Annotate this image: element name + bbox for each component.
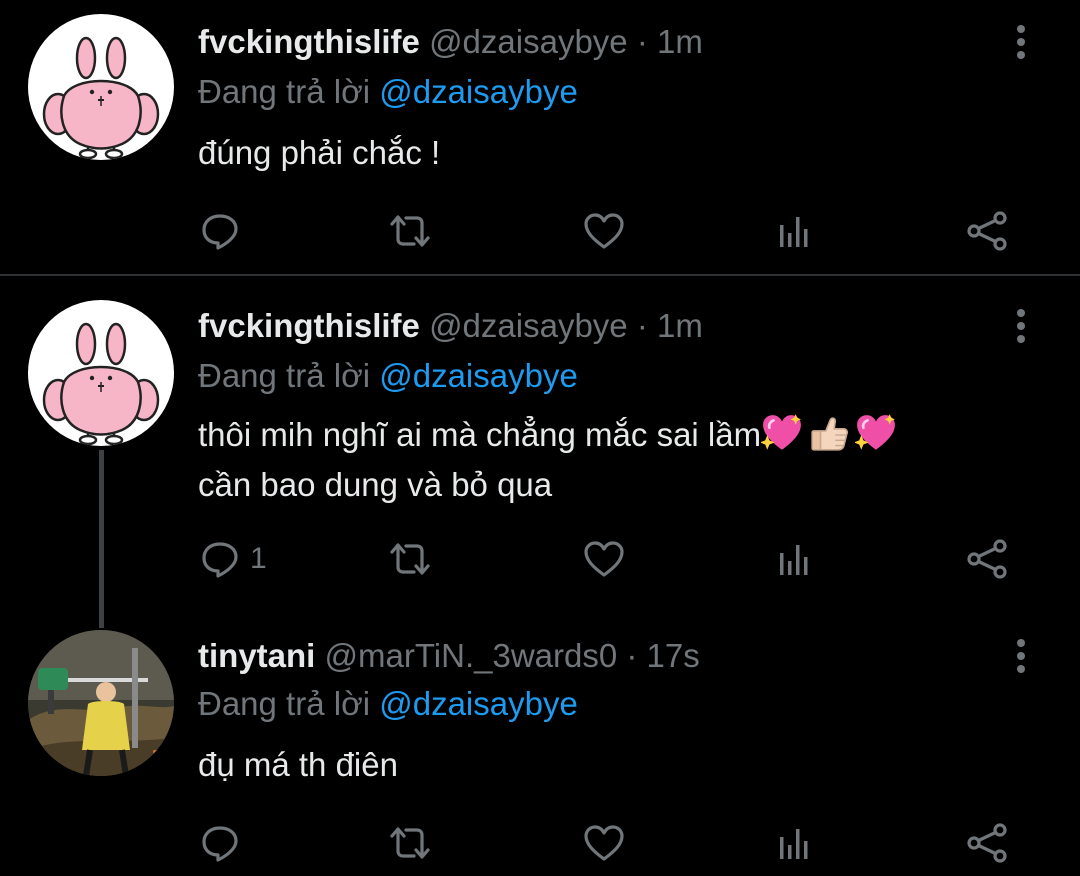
- analytics-button[interactable]: [775, 818, 815, 868]
- separator-dot: ·: [626, 637, 638, 674]
- retweet-button[interactable]: [388, 206, 432, 256]
- share-button[interactable]: [966, 206, 1010, 256]
- replying-to: Đang trả lời @dzaisaybye: [198, 356, 578, 396]
- bunny-avatar-icon: [28, 300, 174, 446]
- more-icon: [1017, 639, 1025, 647]
- like-icon: [583, 539, 625, 579]
- reply-button[interactable]: [200, 206, 250, 256]
- analytics-icon: [775, 211, 815, 251]
- tweet-text-line: đúng phải chắc !: [198, 134, 441, 171]
- retweet-button[interactable]: [388, 818, 432, 868]
- reply-button[interactable]: [200, 818, 250, 868]
- more-options-button[interactable]: [1004, 636, 1038, 676]
- avatar[interactable]: [28, 14, 174, 160]
- share-icon: [966, 211, 1010, 251]
- tweet-3[interactable]: tinytani @marTiN._3wards0 · 17s Đang trả…: [0, 626, 1080, 876]
- reply-icon: [200, 211, 240, 251]
- like-button[interactable]: [583, 206, 625, 256]
- avatar[interactable]: [28, 630, 174, 776]
- person-photo-icon: [28, 630, 174, 776]
- user-handle[interactable]: @dzaisaybye: [429, 307, 628, 344]
- tweet-2[interactable]: fvckingthislife @dzaisaybye · 1m Đang tr…: [0, 276, 1080, 626]
- retweet-button[interactable]: [388, 534, 432, 584]
- analytics-button[interactable]: [775, 206, 815, 256]
- more-icon: [1017, 25, 1025, 33]
- analytics-icon: [775, 539, 815, 579]
- share-button[interactable]: [966, 534, 1010, 584]
- reply-button[interactable]: 1: [200, 534, 267, 584]
- thumbs-up-emoji-icon: [809, 412, 851, 454]
- timestamp[interactable]: 1m: [657, 23, 703, 60]
- tweet-text-line: đụ má th điên: [198, 746, 398, 783]
- share-button[interactable]: [966, 818, 1010, 868]
- reply-icon: [200, 539, 240, 579]
- separator-dot: ·: [636, 307, 648, 344]
- like-icon: [583, 823, 625, 863]
- display-name[interactable]: fvckingthislife: [198, 307, 420, 344]
- user-handle[interactable]: @dzaisaybye: [429, 23, 628, 60]
- tweet-text: thôi mih nghĩ ai mà chẳng mắc sai lầm cầ…: [198, 408, 897, 512]
- more-options-button[interactable]: [1004, 22, 1038, 62]
- timestamp[interactable]: 1m: [657, 307, 703, 344]
- mention-link[interactable]: @dzaisaybye: [379, 685, 578, 722]
- tweet-1[interactable]: fvckingthislife @dzaisaybye · 1m Đang tr…: [0, 0, 1080, 274]
- action-bar: [0, 818, 1080, 868]
- reply-count: 1: [250, 542, 267, 575]
- reply-prefix: Đang trả lời: [198, 357, 380, 394]
- retweet-icon: [388, 539, 432, 579]
- display-name[interactable]: tinytani: [198, 637, 315, 674]
- action-bar: [0, 206, 1080, 256]
- mention-link[interactable]: @dzaisaybye: [379, 357, 578, 394]
- retweet-icon: [388, 823, 432, 863]
- timestamp[interactable]: 17s: [647, 637, 700, 674]
- tweet-text: đụ má th điên: [198, 738, 398, 792]
- display-name[interactable]: fvckingthislife: [198, 23, 420, 60]
- tweet-text: đúng phải chắc !: [198, 126, 440, 180]
- like-button[interactable]: [583, 534, 625, 584]
- like-icon: [583, 211, 625, 251]
- bunny-avatar-icon: [28, 14, 174, 160]
- sparkling-heart-emoji-icon: [855, 412, 897, 454]
- like-button[interactable]: [583, 818, 625, 868]
- replying-to: Đang trả lời @dzaisaybye: [198, 72, 578, 112]
- reply-prefix: Đang trả lời: [198, 685, 380, 722]
- share-icon: [966, 823, 1010, 863]
- avatar[interactable]: [28, 300, 174, 446]
- thread-connector: [99, 450, 104, 628]
- reply-prefix: Đang trả lời: [198, 73, 380, 110]
- analytics-button[interactable]: [775, 534, 815, 584]
- reply-icon: [200, 823, 240, 863]
- action-bar: 1: [0, 534, 1080, 584]
- separator-dot: ·: [636, 23, 648, 60]
- tweet-text-line: thôi mih nghĩ ai mà chẳng mắc sai lầm: [198, 416, 762, 453]
- more-icon: [1017, 309, 1025, 317]
- user-handle[interactable]: @marTiN._3wards0: [325, 637, 618, 674]
- tweet-text-line: cần bao dung và bỏ qua: [198, 466, 553, 503]
- more-options-button[interactable]: [1004, 306, 1038, 346]
- share-icon: [966, 539, 1010, 579]
- replying-to: Đang trả lời @dzaisaybye: [198, 684, 578, 724]
- analytics-icon: [775, 823, 815, 863]
- retweet-icon: [388, 211, 432, 251]
- mention-link[interactable]: @dzaisaybye: [379, 73, 578, 110]
- sparkling-heart-emoji-icon: [761, 412, 803, 454]
